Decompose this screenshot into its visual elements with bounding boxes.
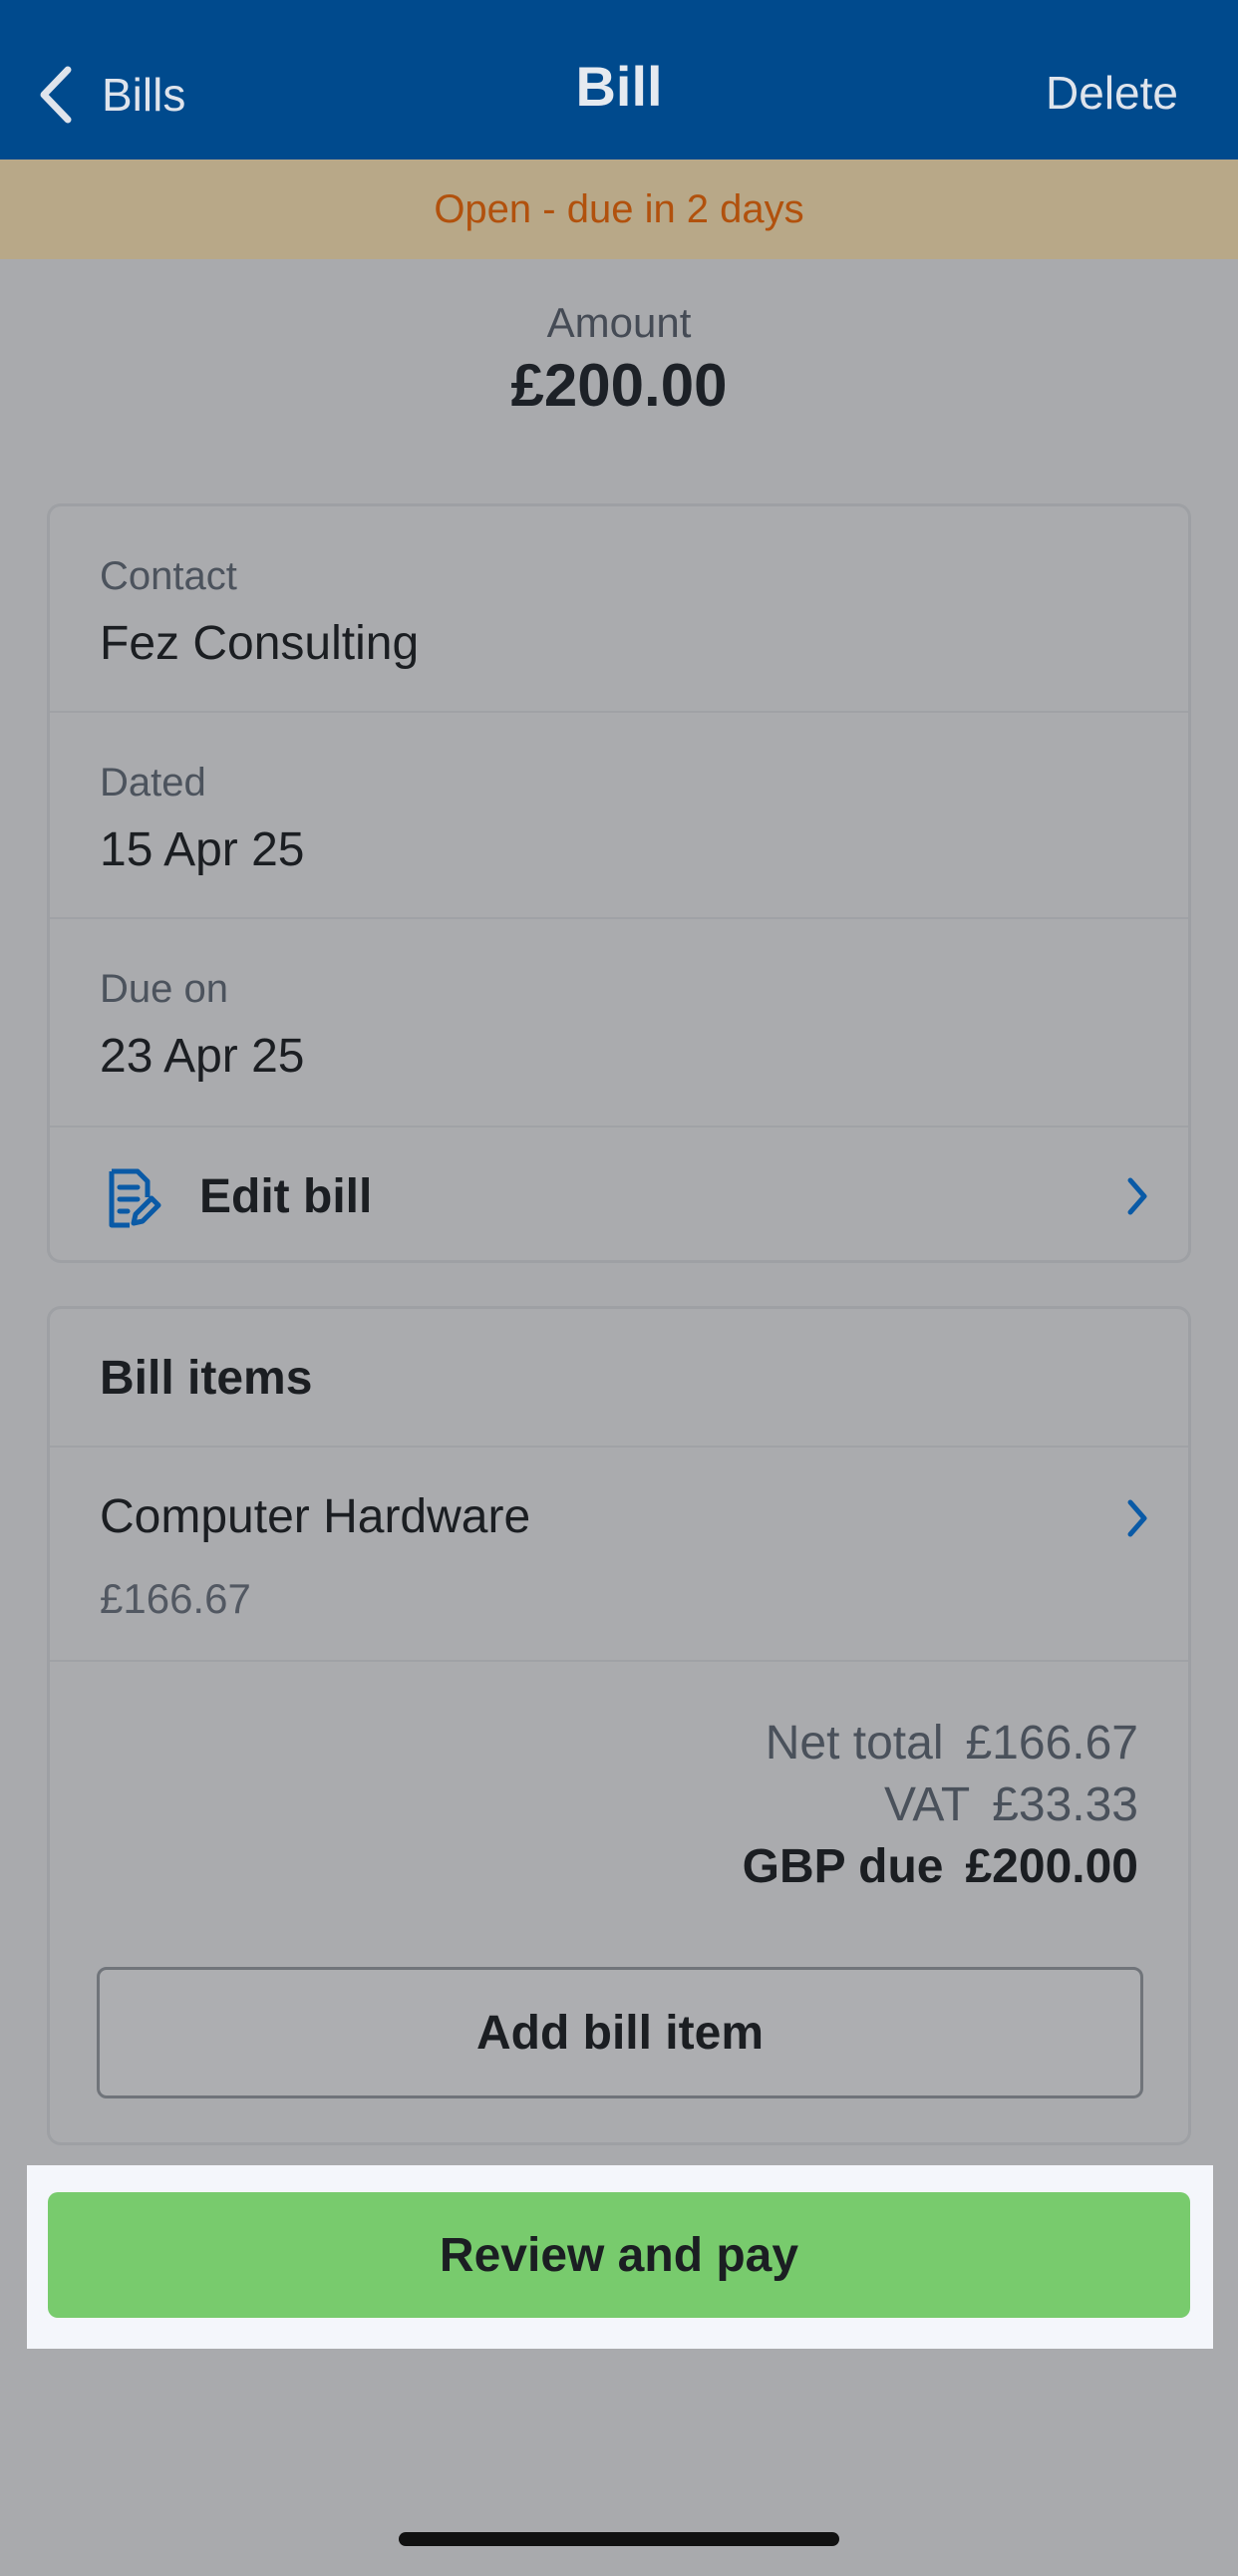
chevron-right-icon	[1127, 1499, 1147, 1537]
bill-item-row[interactable]: Computer Hardware £166.67	[50, 1448, 1188, 1662]
vat-label: VAT	[883, 1778, 971, 1831]
gbp-due-label: GBP due	[742, 1840, 944, 1893]
home-indicator	[399, 2532, 839, 2546]
add-bill-item-button[interactable]: Add bill item	[97, 1967, 1143, 2098]
contact-label: Contact	[100, 554, 237, 598]
vat-line: VAT £33.33	[743, 1774, 1138, 1836]
navigation-bar: Bills Bill Delete	[0, 0, 1238, 160]
net-total-value: £166.67	[965, 1717, 1138, 1770]
net-total-label: Net total	[765, 1717, 944, 1770]
due-value: 23 Apr 25	[100, 1030, 305, 1083]
delete-button[interactable]: Delete	[1046, 66, 1178, 120]
gbp-due-line: GBP due £200.00	[743, 1836, 1138, 1898]
bill-details-card: Contact Fez Consulting Dated 15 Apr 25 D…	[47, 503, 1191, 1263]
amount-label: Amount	[546, 299, 692, 346]
due-label: Due on	[100, 967, 228, 1011]
bill-item-price: £166.67	[100, 1575, 251, 1622]
dated-row: Dated 15 Apr 25	[50, 713, 1188, 919]
edit-bill-row[interactable]: Edit bill	[50, 1127, 1188, 1263]
net-total-line: Net total £166.67	[743, 1713, 1138, 1774]
amount-value: £200.00	[510, 352, 728, 419]
bill-totals: Net total £166.67 VAT £33.33 GBP due £200.0…	[743, 1713, 1138, 1898]
bill-screen: Bills Bill Delete Open - due in 2 days A…	[0, 0, 1238, 2576]
edit-bill-label: Edit bill	[199, 1170, 373, 1223]
contact-row: Contact Fez Consulting	[50, 506, 1188, 713]
review-and-pay-button[interactable]: Review and pay	[48, 2192, 1190, 2318]
dated-value: 15 Apr 25	[100, 823, 305, 876]
gbp-due-value: £200.00	[965, 1840, 1138, 1893]
bill-items-card: Bill items Computer Hardware £166.67 Net…	[47, 1306, 1191, 2145]
due-row: Due on 23 Apr 25	[50, 919, 1188, 1127]
contact-value: Fez Consulting	[100, 617, 420, 670]
chevron-right-icon	[1127, 1177, 1147, 1215]
vat-value: £33.33	[992, 1778, 1138, 1831]
bill-item-name: Computer Hardware	[100, 1490, 531, 1543]
status-banner: Open - due in 2 days	[0, 160, 1238, 259]
dated-label: Dated	[100, 761, 206, 805]
bill-items-title: Bill items	[100, 1352, 313, 1405]
edit-document-icon	[109, 1168, 161, 1228]
